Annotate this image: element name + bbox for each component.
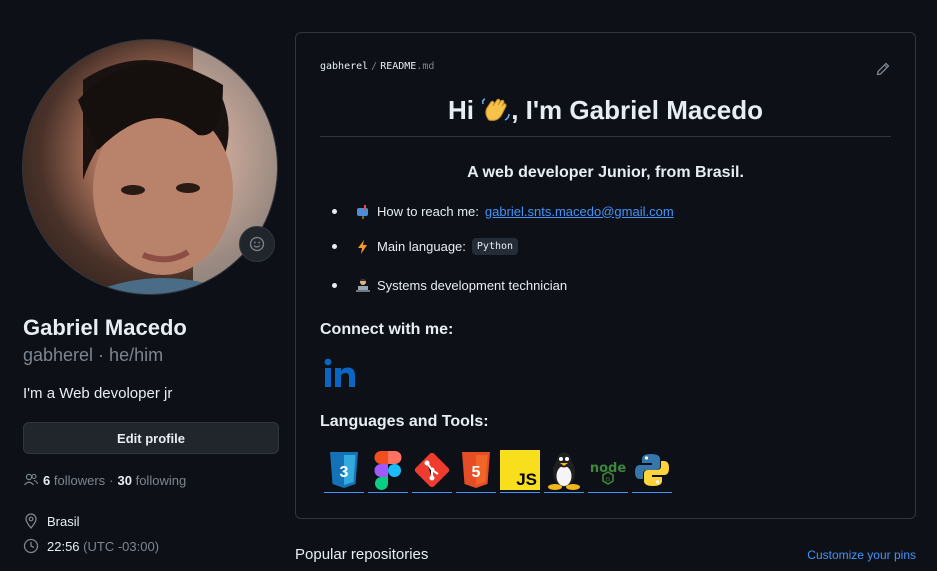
linkedin-icon xyxy=(324,358,355,387)
tool-link-git[interactable] xyxy=(412,450,452,493)
localtime-value: 22:56 xyxy=(47,538,80,554)
localtime-row: 22:56 (UTC -03:00) xyxy=(23,538,159,554)
readme-title: Hi , I'm Gabriel Macedo xyxy=(447,95,764,125)
tool-link-linux[interactable] xyxy=(544,450,584,493)
clock-icon xyxy=(23,538,39,554)
lightning-icon xyxy=(358,239,367,254)
readme-owner-link[interactable]: gabherel xyxy=(320,61,368,72)
followers-link[interactable]: 6 followers xyxy=(43,473,105,488)
tools-heading: Languages and Tools: xyxy=(320,413,489,430)
avatar[interactable] xyxy=(22,39,278,295)
avatar-photo xyxy=(78,40,277,294)
svg-text:node: node xyxy=(590,461,626,476)
git-icon xyxy=(414,452,450,488)
edit-profile-button[interactable]: Edit profile xyxy=(23,422,279,454)
follow-separator: · xyxy=(109,472,114,488)
customize-pins-link[interactable]: Customize your pins xyxy=(807,548,916,562)
tool-link-python[interactable] xyxy=(632,450,672,493)
location-text: Brasil xyxy=(47,513,80,529)
tool-link-nodejs[interactable]: node JS xyxy=(588,450,628,493)
tool-link-figma[interactable] xyxy=(368,450,408,493)
readme-subtitle: A web developer Junior, from Brasil. xyxy=(467,164,744,181)
list-item-language: Main language: Python xyxy=(332,238,519,255)
location-row: Brasil xyxy=(23,513,80,529)
pencil-icon xyxy=(876,62,890,76)
python-icon xyxy=(635,454,669,486)
location-icon xyxy=(25,513,37,529)
tool-link-javascript[interactable]: JS xyxy=(500,450,540,493)
readme-box: gabherel / README.md Hi , I'm Gabriel Mace… xyxy=(295,32,916,519)
following-link[interactable]: 30 following xyxy=(118,473,187,488)
list-item-job: Systems development technician xyxy=(332,277,567,293)
tool-link-css3[interactable]: 3 xyxy=(324,450,364,493)
linkedin-link[interactable] xyxy=(324,357,356,394)
language-code: Python xyxy=(471,238,519,255)
nodejs-icon: node JS xyxy=(590,461,626,485)
waving-hand-icon xyxy=(482,98,510,121)
svg-text:5: 5 xyxy=(472,464,481,481)
profile-name: Gabriel Macedo xyxy=(23,315,187,340)
svg-text:JS: JS xyxy=(516,470,537,489)
smiley-icon xyxy=(249,236,265,252)
title-divider xyxy=(320,136,891,137)
tools-row: 3 5 JS node JS xyxy=(324,450,672,493)
popular-repos-heading: Popular repositories xyxy=(295,546,429,563)
email-link[interactable]: gabriel.snts.macedo@gmail.com xyxy=(485,204,674,219)
profile-login: gabherel · he/him xyxy=(23,345,164,365)
tool-link-html5[interactable]: 5 xyxy=(456,450,496,493)
people-icon xyxy=(24,473,39,486)
svg-text:JS: JS xyxy=(605,477,611,483)
connect-heading: Connect with me: xyxy=(320,321,454,338)
list-item-reach: How to reach me: gabriel.snts.macedo@gma… xyxy=(332,203,674,219)
figma-icon xyxy=(374,451,402,490)
css3-icon: 3 xyxy=(330,452,358,488)
readme-file-link[interactable]: README.md xyxy=(380,61,434,72)
mailbox-icon xyxy=(357,205,368,219)
readme-path: gabherel / README.md xyxy=(320,61,435,72)
javascript-icon: JS xyxy=(500,450,540,490)
set-status-button[interactable] xyxy=(239,226,275,262)
profile-bio: I'm a Web devoloper jr xyxy=(23,385,173,402)
html5-icon: 5 xyxy=(462,452,490,488)
timezone-value: (UTC -03:00) xyxy=(83,538,160,554)
technologist-icon xyxy=(356,279,370,292)
edit-readme-button[interactable] xyxy=(875,61,891,82)
svg-text:3: 3 xyxy=(340,464,349,481)
follow-stats: 6 followers · 30 following xyxy=(23,472,186,488)
avatar-container xyxy=(22,39,278,295)
linux-icon xyxy=(548,452,580,490)
